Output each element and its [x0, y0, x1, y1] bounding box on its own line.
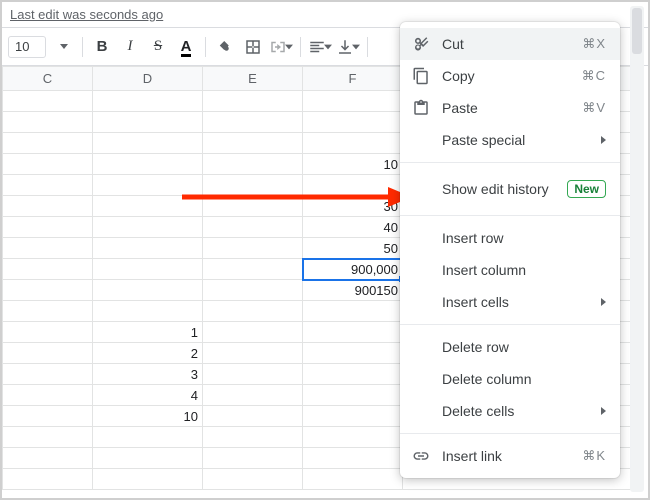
toolbar-separator [82, 37, 83, 57]
merge-cells-button[interactable] [268, 34, 294, 60]
ctx-delete-cells[interactable]: Delete cells [400, 395, 620, 427]
copy-icon [412, 67, 430, 85]
ctx-divider [400, 215, 620, 216]
submenu-caret-icon [601, 298, 606, 306]
ctx-label: Delete cells [442, 403, 589, 419]
ctx-shortcut: ⌘K [582, 448, 606, 464]
ctx-label: Delete row [442, 339, 606, 355]
ctx-delete-column[interactable]: Delete column [400, 363, 620, 395]
borders-button[interactable] [240, 34, 266, 60]
column-header[interactable]: F [303, 67, 403, 91]
selected-cell[interactable]: 900,000 [303, 259, 403, 280]
ctx-label: Insert link [442, 448, 570, 464]
fill-color-button[interactable] [212, 34, 238, 60]
borders-icon [244, 38, 262, 56]
link-icon [412, 447, 430, 465]
submenu-caret-icon [601, 136, 606, 144]
cell[interactable]: 40 [303, 217, 403, 238]
vertical-scrollbar[interactable] [630, 6, 644, 492]
merge-cells-icon [269, 38, 287, 56]
caret-down-icon [324, 43, 332, 51]
cell[interactable] [303, 175, 403, 196]
ctx-label: Insert cells [442, 294, 589, 310]
ctx-label: Delete column [442, 371, 606, 387]
cell[interactable]: 50 [303, 238, 403, 259]
cell[interactable]: 30 [303, 196, 403, 217]
vertical-align-button[interactable] [335, 34, 361, 60]
scrollbar-thumb[interactable] [632, 8, 642, 54]
ctx-paste-special[interactable]: Paste special [400, 124, 620, 156]
ctx-label: Copy [442, 68, 570, 84]
cell[interactable]: 3 [93, 364, 203, 385]
ctx-shortcut: ⌘X [582, 36, 606, 52]
column-header[interactable]: E [203, 67, 303, 91]
font-size-dropdown[interactable] [50, 34, 76, 60]
ctx-label: Insert row [442, 230, 606, 246]
cell[interactable]: 2 [93, 343, 203, 364]
strikethrough-button[interactable]: S [145, 34, 171, 60]
column-header[interactable]: C [3, 67, 93, 91]
ctx-divider [400, 162, 620, 163]
cell[interactable]: 10 [303, 154, 403, 175]
bold-button[interactable]: B [89, 34, 115, 60]
ctx-label: Paste special [442, 132, 589, 148]
last-edit-link[interactable]: Last edit was seconds ago [10, 7, 163, 22]
ctx-shortcut: ⌘V [582, 100, 606, 116]
cut-icon [412, 35, 430, 53]
ctx-insert-link[interactable]: Insert link ⌘K [400, 440, 620, 472]
paste-icon [412, 99, 430, 117]
caret-down-icon [352, 43, 360, 51]
ctx-show-edit-history[interactable]: Show edit history New [400, 169, 620, 209]
ctx-label: Cut [442, 36, 570, 52]
ctx-insert-column[interactable]: Insert column [400, 254, 620, 286]
font-size-input[interactable]: 10 [8, 36, 46, 58]
ctx-paste[interactable]: Paste ⌘V [400, 92, 620, 124]
horizontal-align-button[interactable] [307, 34, 333, 60]
ctx-label: Show edit history [442, 181, 555, 197]
ctx-insert-row[interactable]: Insert row [400, 222, 620, 254]
caret-down-icon [60, 44, 68, 49]
new-badge: New [567, 180, 606, 198]
ctx-divider [400, 324, 620, 325]
ctx-label: Paste [442, 100, 570, 116]
cell[interactable]: 10 [93, 406, 203, 427]
ctx-label: Insert column [442, 262, 606, 278]
ctx-shortcut: ⌘C [582, 68, 606, 84]
fill-color-icon [216, 38, 234, 56]
cell[interactable]: 1 [93, 322, 203, 343]
toolbar-separator [300, 37, 301, 57]
toolbar-separator [205, 37, 206, 57]
column-header[interactable]: D [93, 67, 203, 91]
ctx-delete-row[interactable]: Delete row [400, 331, 620, 363]
ctx-cut[interactable]: Cut ⌘X [400, 28, 620, 60]
ctx-divider [400, 433, 620, 434]
italic-button[interactable]: I [117, 34, 143, 60]
context-menu: Cut ⌘X Copy ⌘C Paste ⌘V Paste special Sh… [400, 22, 620, 478]
text-color-button[interactable]: A [173, 34, 199, 60]
submenu-caret-icon [601, 407, 606, 415]
toolbar-separator [367, 37, 368, 57]
cell[interactable]: 900150 [303, 280, 403, 301]
ctx-insert-cells[interactable]: Insert cells [400, 286, 620, 318]
ctx-copy[interactable]: Copy ⌘C [400, 60, 620, 92]
cell[interactable]: 4 [93, 385, 203, 406]
